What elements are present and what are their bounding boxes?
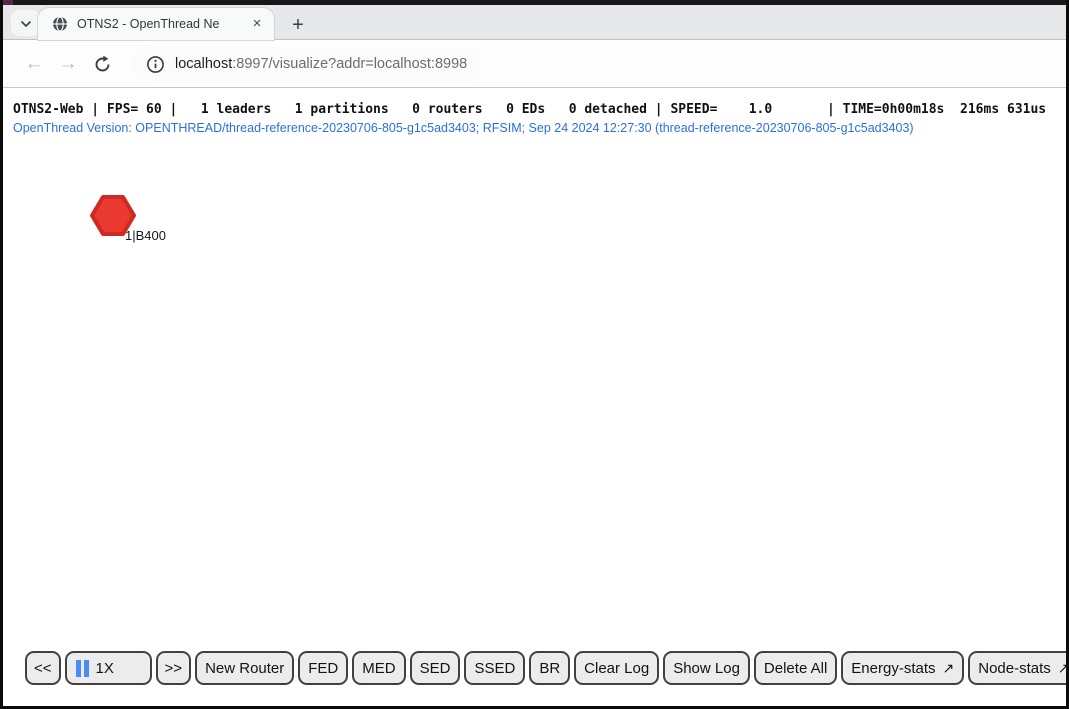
window-top-frame bbox=[3, 0, 1066, 5]
forward-icon[interactable]: → bbox=[51, 49, 85, 79]
energy-stats-button[interactable]: Energy-stats ↗ bbox=[841, 651, 964, 685]
status-line: OTNS2-Web | FPS= 60 | 1 leaders 1 partit… bbox=[13, 102, 1046, 117]
speed-down-button[interactable]: << bbox=[25, 651, 61, 685]
tab-close-icon[interactable]: × bbox=[248, 15, 266, 33]
simulation-canvas[interactable]: OTNS2-Web | FPS= 60 | 1 leaders 1 partit… bbox=[3, 89, 1066, 703]
node-stats-button[interactable]: Node-stats ↗ bbox=[968, 651, 1069, 685]
url-text: localhost:8997/visualize?addr=localhost:… bbox=[175, 56, 467, 72]
tab-title-fade bbox=[222, 16, 248, 32]
tab-strip: OTNS2 - OpenThread Ne × + bbox=[3, 5, 1066, 40]
window-corner-accent bbox=[3, 0, 13, 5]
speed-label: 1X bbox=[96, 660, 114, 677]
tab-title: OTNS2 - OpenThread Ne bbox=[77, 16, 248, 32]
back-icon[interactable]: ← bbox=[17, 49, 51, 79]
browser-tab[interactable]: OTNS2 - OpenThread Ne × bbox=[38, 8, 274, 40]
new-tab-button[interactable]: + bbox=[285, 12, 311, 38]
pause-icon bbox=[76, 660, 89, 677]
control-bar: << 1X >> New Router FED MED SED SSED BR … bbox=[25, 651, 1069, 685]
delete-all-button[interactable]: Delete All bbox=[754, 651, 837, 685]
external-link-icon: ↗ bbox=[943, 660, 955, 677]
fed-button[interactable]: FED bbox=[298, 651, 348, 685]
ssed-button[interactable]: SSED bbox=[464, 651, 525, 685]
speed-up-button[interactable]: >> bbox=[156, 651, 192, 685]
chevron-down-icon bbox=[20, 16, 32, 31]
globe-favicon-icon bbox=[52, 16, 68, 32]
node-stats-label: Node-stats bbox=[978, 660, 1051, 677]
clear-log-button[interactable]: Clear Log bbox=[574, 651, 659, 685]
br-button[interactable]: BR bbox=[529, 651, 570, 685]
node-label: 1|B400 bbox=[125, 228, 166, 243]
tab-search-button[interactable] bbox=[11, 10, 40, 36]
sed-button[interactable]: SED bbox=[410, 651, 461, 685]
energy-stats-label: Energy-stats bbox=[851, 660, 935, 677]
info-icon[interactable] bbox=[145, 54, 165, 74]
address-bar[interactable]: localhost:8997/visualize?addr=localhost:… bbox=[133, 47, 479, 81]
med-button[interactable]: MED bbox=[352, 651, 405, 685]
new-router-button[interactable]: New Router bbox=[195, 651, 294, 685]
openthread-version-line: OpenThread Version: OPENTHREAD/thread-re… bbox=[13, 121, 914, 135]
reload-icon[interactable] bbox=[85, 49, 119, 79]
show-log-button[interactable]: Show Log bbox=[663, 651, 750, 685]
browser-toolbar: ← → localhost:8997/visualize?addr=localh… bbox=[3, 41, 1066, 88]
external-link-icon: ↗ bbox=[1058, 660, 1069, 677]
pause-speed-button[interactable]: 1X bbox=[65, 651, 152, 685]
browser-window: OTNS2 - OpenThread Ne × + ← → lo bbox=[0, 0, 1069, 709]
